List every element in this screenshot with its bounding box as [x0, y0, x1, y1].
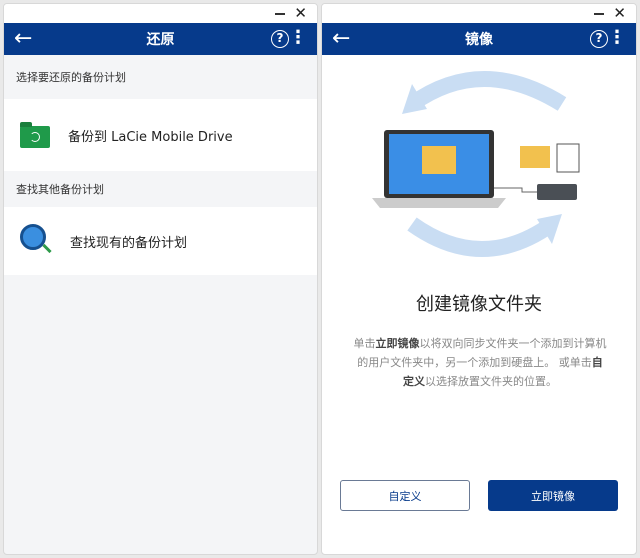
mirror-illustration [372, 71, 580, 257]
custom-button[interactable]: 自定义 [340, 480, 470, 511]
more-menu-icon[interactable]: ⋮ [289, 27, 307, 49]
description: 单击立即镜像以将双向同步文件夹一个添加到计算机的用户文件夹中，另一个添加到硬盘上… [352, 334, 608, 391]
mirror-now-button[interactable]: 立即镜像 [488, 480, 618, 511]
desc-bold: 立即镜像 [375, 337, 420, 350]
heading: 创建镜像文件夹 [416, 294, 542, 315]
back-arrow-icon[interactable]: ← [14, 25, 32, 53]
header: ← 镜像 ? ⋮ [322, 23, 636, 55]
title-bar: ✕ [4, 4, 317, 23]
section-label: 查找其他备份计划 [16, 183, 104, 196]
restore-window: ✕ ← 还原 ? ⋮ 选择要还原的备份计划 备份到 LaCie Mobile D… [3, 3, 318, 555]
page-title: 还原 [146, 32, 175, 48]
minimize-button[interactable] [275, 13, 285, 15]
magnifier-icon [20, 224, 52, 258]
backup-plan-item[interactable]: 备份到 LaCie Mobile Drive [4, 99, 317, 171]
header: ← 还原 ? ⋮ [4, 23, 317, 55]
item-label: 备份到 LaCie Mobile Drive [68, 129, 233, 145]
more-menu-icon[interactable]: ⋮ [608, 27, 626, 49]
mirror-window: ✕ ← 镜像 ? ⋮ 创建镜像文件夹 单击立即镜像以将双向同步文件夹一个添加到计… [321, 3, 637, 555]
close-button[interactable]: ✕ [294, 4, 307, 23]
desc-text: 以选择放置文件夹的位置。 [425, 375, 557, 388]
help-icon[interactable]: ? [271, 30, 289, 48]
section-label: 选择要还原的备份计划 [16, 71, 126, 84]
green-folder-icon [20, 122, 50, 148]
page-title: 镜像 [465, 32, 493, 48]
item-label: 查找现有的备份计划 [70, 235, 188, 251]
back-arrow-icon[interactable]: ← [332, 25, 350, 53]
desc-text: 单击 [353, 337, 376, 350]
close-button[interactable]: ✕ [613, 4, 626, 23]
help-icon[interactable]: ? [590, 30, 608, 48]
find-backup-plan-item[interactable]: 查找现有的备份计划 [4, 207, 317, 275]
minimize-button[interactable] [594, 13, 604, 15]
title-bar: ✕ [322, 4, 636, 23]
